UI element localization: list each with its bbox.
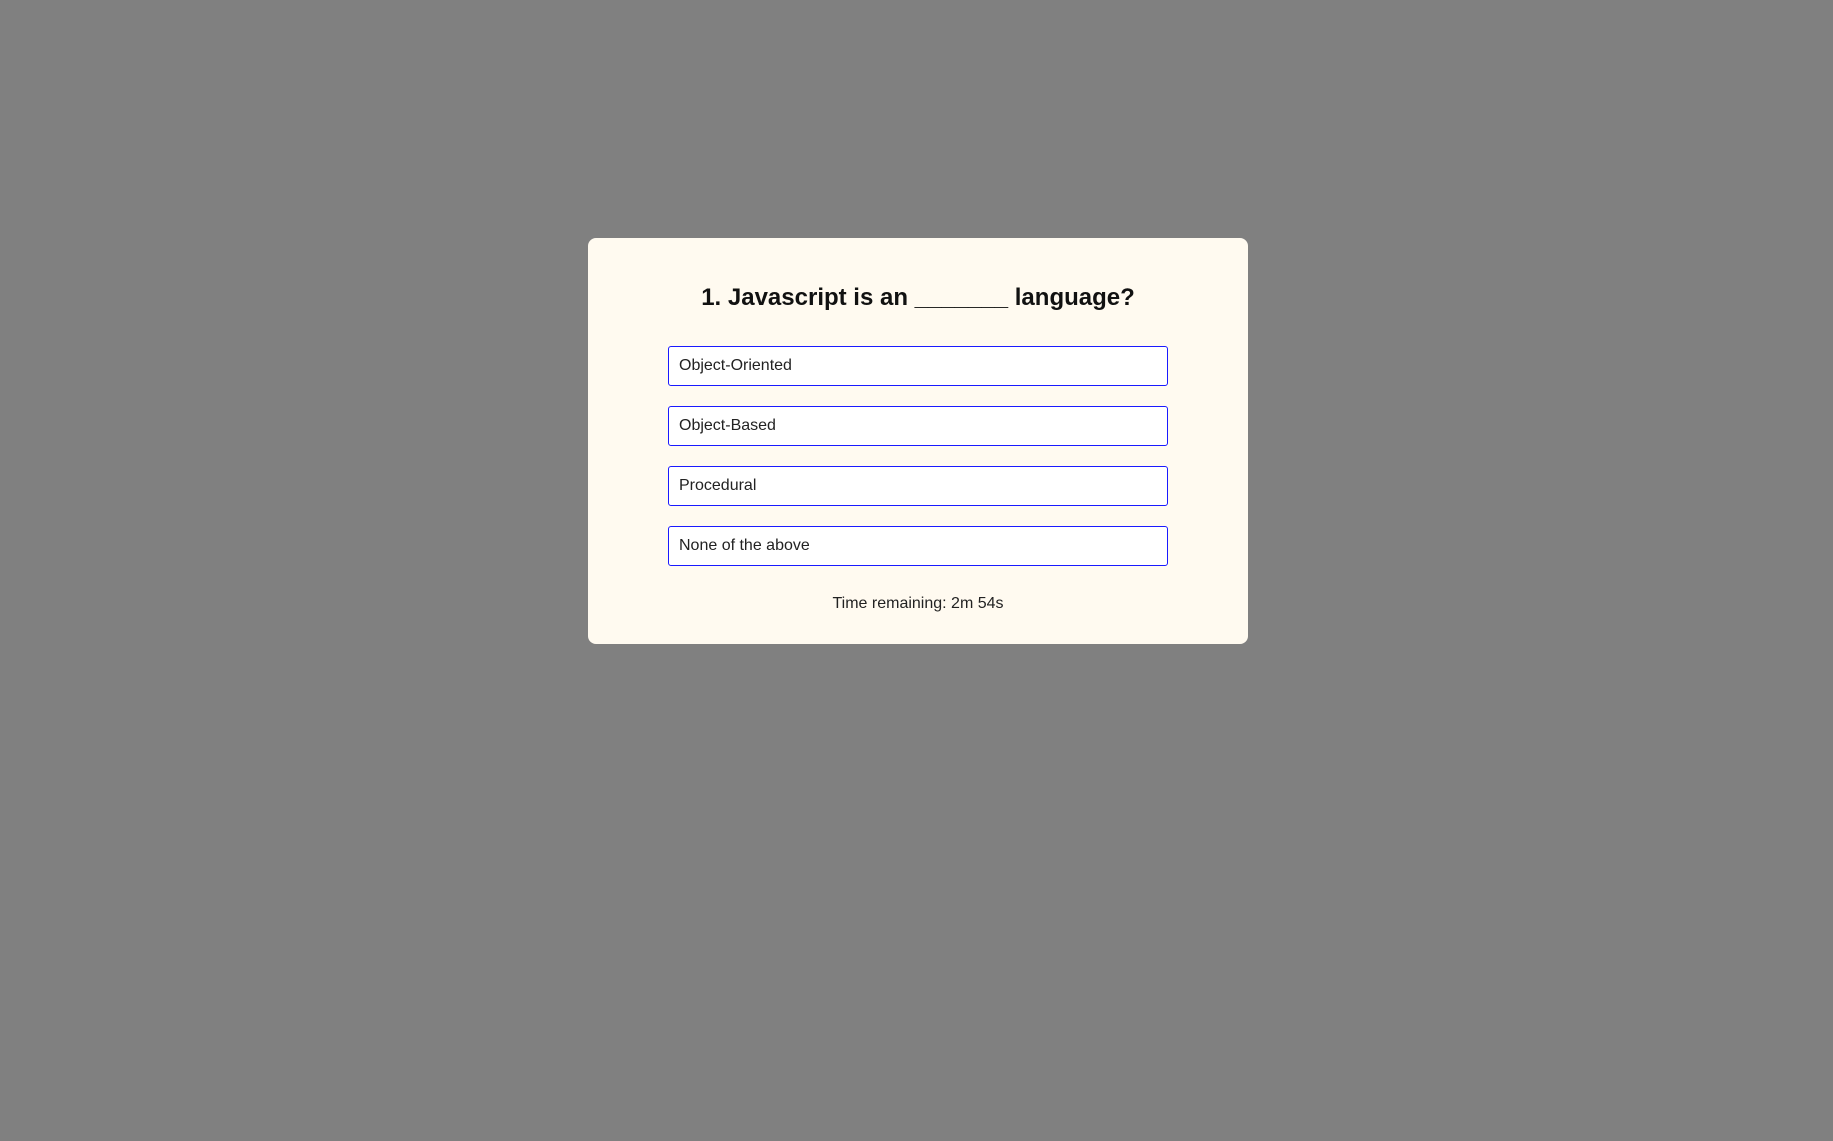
time-remaining: Time remaining: 2m 54s: [832, 595, 1004, 612]
page-background: { "quiz": { "question": "1. Javascript i…: [0, 0, 1833, 1141]
question-title: 1. Javascript is an _______ language?: [701, 284, 1135, 311]
answer-options: Object-Oriented Object-Based Procedural …: [668, 346, 1168, 586]
answer-option-object-oriented[interactable]: Object-Oriented: [668, 346, 1168, 386]
quiz-card: 1. Javascript is an _______ language? Ob…: [588, 238, 1248, 644]
answer-option-object-based[interactable]: Object-Based: [668, 406, 1168, 446]
answer-option-none-of-the-above[interactable]: None of the above: [668, 526, 1168, 566]
answer-option-procedural[interactable]: Procedural: [668, 466, 1168, 506]
